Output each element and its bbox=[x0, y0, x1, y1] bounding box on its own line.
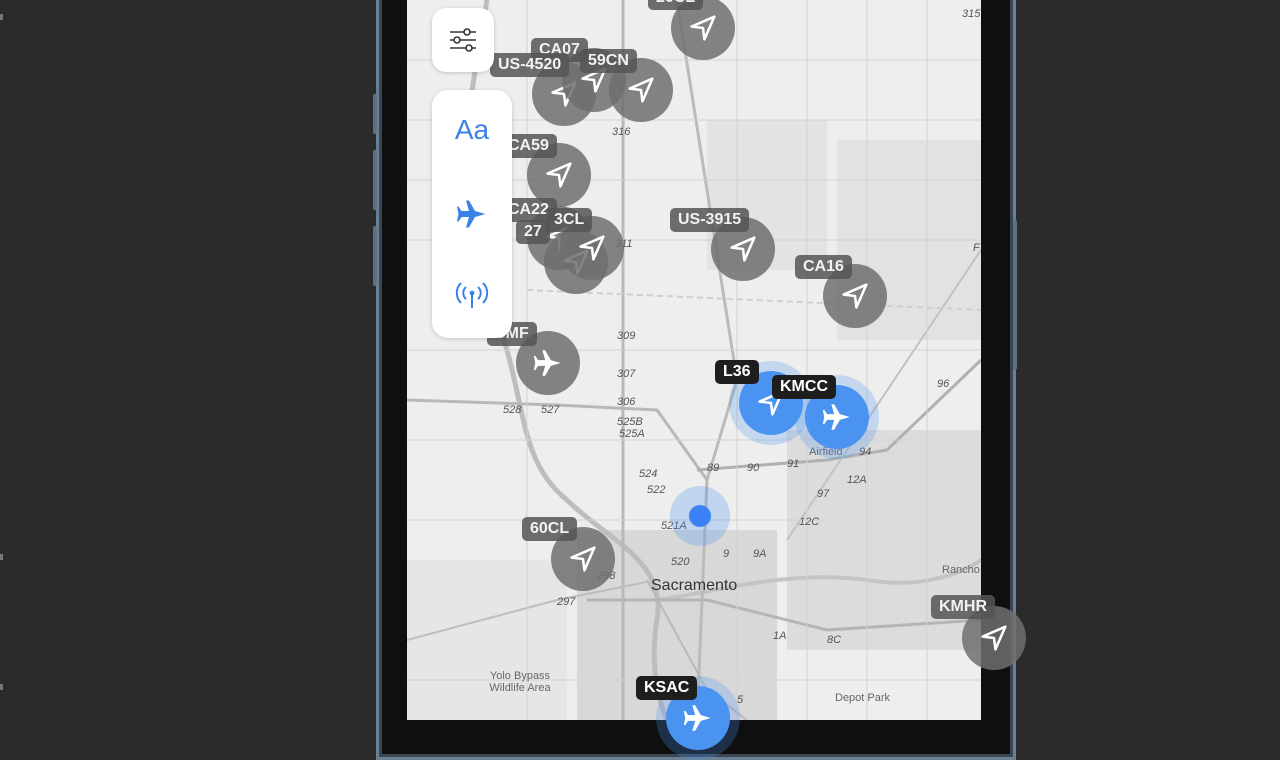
radio-toggle-button[interactable] bbox=[432, 266, 512, 326]
road-label: 306 bbox=[617, 396, 636, 408]
power-button bbox=[1013, 220, 1017, 370]
user-location-dot[interactable] bbox=[689, 505, 711, 527]
road-label: 309 bbox=[617, 330, 636, 342]
road-label: 525B bbox=[617, 416, 643, 428]
road-label: 8C bbox=[827, 634, 842, 646]
road-label: 97 bbox=[817, 488, 830, 500]
place-label: Rancho bbox=[942, 564, 980, 576]
volume-button bbox=[373, 226, 377, 286]
airport-label[interactable]: 3CL bbox=[546, 208, 593, 232]
airport-label[interactable]: 59CN bbox=[580, 49, 637, 73]
airport-label[interactable]: CA16 bbox=[795, 255, 852, 279]
airport-label[interactable]: KMHR bbox=[931, 595, 995, 619]
place-label: Depot Park bbox=[835, 692, 891, 704]
aircraft-toggle-button[interactable] bbox=[432, 184, 512, 244]
airport-label[interactable]: KSAC bbox=[636, 676, 698, 700]
airplane-icon bbox=[457, 200, 486, 228]
road-label: 520 bbox=[671, 556, 690, 568]
airport-label[interactable]: L36 bbox=[715, 360, 759, 384]
text-toggle-label: Aa bbox=[454, 114, 490, 145]
road-label: 12A bbox=[847, 474, 867, 486]
sliders-icon bbox=[450, 28, 476, 52]
road-label: 315 bbox=[962, 8, 981, 20]
volume-button bbox=[373, 150, 377, 210]
edge-tick bbox=[0, 554, 3, 560]
airport-label[interactable]: US-3915 bbox=[670, 208, 750, 232]
map-edge-letter: F bbox=[973, 242, 980, 254]
layer-panel: Aa bbox=[432, 90, 512, 338]
airport-label[interactable]: 60CL bbox=[522, 517, 578, 541]
road-label: 91 bbox=[787, 458, 800, 470]
road-label: 528 bbox=[503, 404, 522, 416]
road-label: 9 bbox=[723, 548, 730, 560]
edge-tick bbox=[0, 684, 3, 690]
road-label: 90 bbox=[747, 462, 760, 474]
antenna-icon bbox=[455, 282, 489, 308]
text-toggle-button[interactable]: Aa bbox=[432, 100, 512, 160]
edge-tick bbox=[0, 14, 3, 20]
volume-button bbox=[373, 94, 377, 134]
road-label: 316 bbox=[612, 126, 631, 138]
airport-label[interactable]: KMCC bbox=[772, 375, 836, 399]
road-label: 522 bbox=[647, 484, 666, 496]
airport-label[interactable]: 20CL bbox=[648, 0, 704, 10]
road-label: 297 bbox=[557, 596, 576, 608]
road-label: 89 bbox=[707, 462, 720, 474]
airport-label[interactable]: US-4520 bbox=[490, 53, 570, 77]
road-label: 9A bbox=[753, 548, 767, 560]
road-label: 1A bbox=[773, 630, 787, 642]
road-label: 307 bbox=[617, 368, 636, 380]
road-label: 5 bbox=[737, 694, 744, 706]
road-label: 525A bbox=[619, 428, 645, 440]
road-label: 527 bbox=[541, 404, 560, 416]
filter-button[interactable] bbox=[432, 8, 494, 72]
road-label: 12C bbox=[799, 516, 820, 528]
road-label: 94 bbox=[859, 446, 872, 458]
city-label: Sacramento bbox=[651, 577, 738, 594]
airport-label[interactable]: 27 bbox=[516, 220, 550, 244]
place-label: Yolo Bypass Wildlife Area bbox=[489, 670, 551, 694]
road-label: 96 bbox=[937, 378, 950, 390]
road-label: 524 bbox=[639, 468, 658, 480]
